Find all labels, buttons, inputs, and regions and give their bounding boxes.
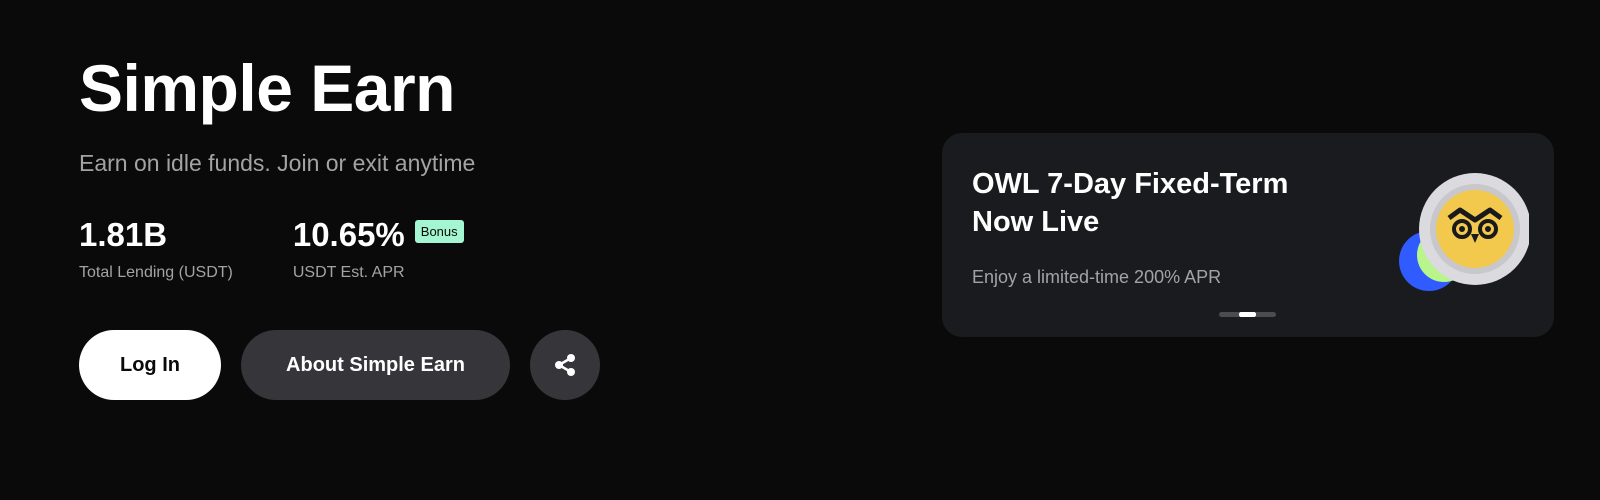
carousel-dot-1[interactable] xyxy=(1219,312,1239,317)
carousel-dot-2-active[interactable] xyxy=(1239,312,1256,317)
share-icon xyxy=(552,352,578,378)
page-subtitle: Earn on idle funds. Join or exit anytime xyxy=(79,150,476,176)
total-lending-value: 1.81B xyxy=(79,216,168,253)
page-title: Simple Earn xyxy=(79,51,455,125)
bonus-badge: Bonus xyxy=(414,219,464,243)
apr-label: USDT Est. APR xyxy=(292,264,405,281)
apr-value: 10.65% xyxy=(292,216,405,253)
action-buttons: Log In About Simple Earn xyxy=(79,330,879,400)
carousel-dot-3[interactable] xyxy=(1256,312,1276,317)
promo-description: Enjoy a limited-time 200% APR xyxy=(972,267,1222,287)
stats-row: 1.81B Total Lending (USDT) 10.65% Bonus … xyxy=(79,215,879,283)
stat-apr: 10.65% Bonus USDT Est. APR xyxy=(293,215,464,283)
total-lending-label: Total Lending (USDT) xyxy=(79,264,233,281)
promo-title: OWL 7-Day Fixed-Term Now Live xyxy=(972,168,1289,238)
about-simple-earn-button[interactable]: About Simple Earn xyxy=(241,330,510,400)
login-button[interactable]: Log In xyxy=(79,330,221,400)
simple-earn-page: Simple Earn Earn on idle funds. Join or … xyxy=(0,0,1600,500)
carousel-indicator xyxy=(1219,312,1276,317)
hero-section: Simple Earn Earn on idle funds. Join or … xyxy=(79,48,879,400)
owl-token-icon xyxy=(1399,173,1531,303)
promo-banner-card[interactable]: OWL 7-Day Fixed-Term Now Live Enjoy a li… xyxy=(942,133,1554,337)
stat-total-lending: 1.81B Total Lending (USDT) xyxy=(79,215,233,283)
share-button[interactable] xyxy=(530,330,600,400)
